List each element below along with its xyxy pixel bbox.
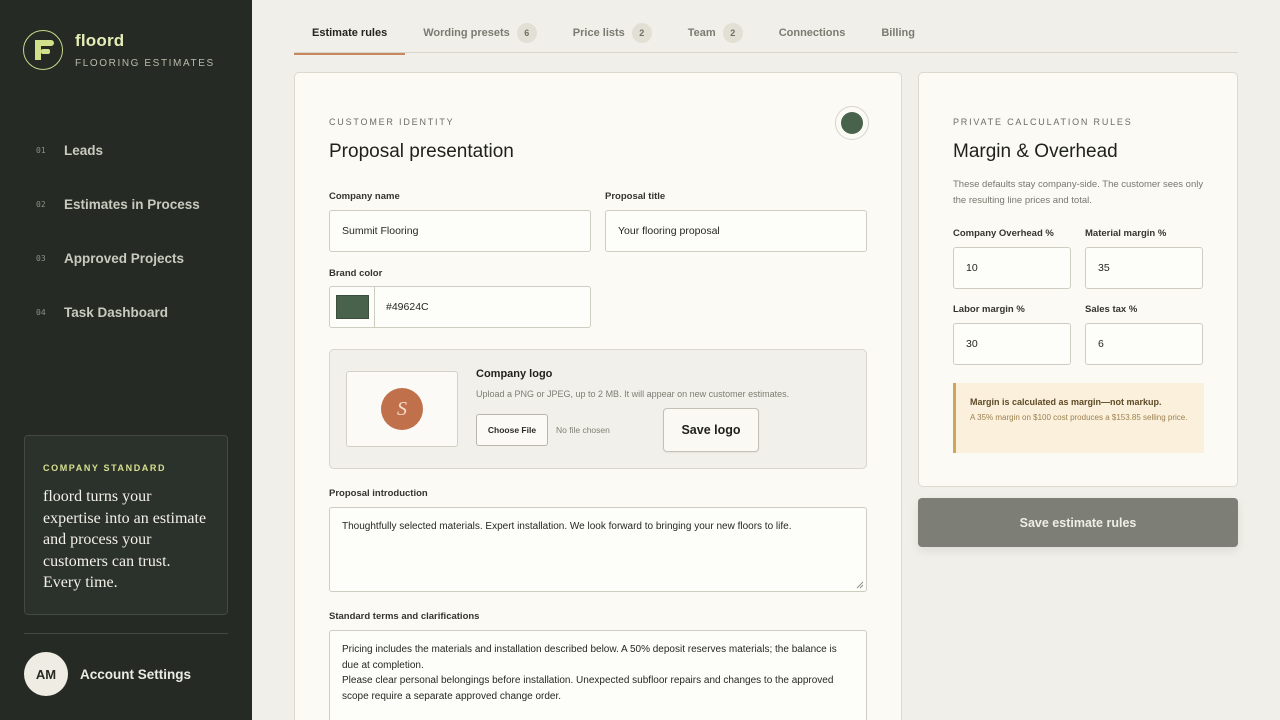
terms-textarea[interactable]: Pricing includes the materials and insta… [329,630,867,720]
logo-preview: S [346,371,458,447]
margin-note: Margin is calculated as margin—not marku… [953,383,1204,453]
brand[interactable]: floord FLOORING ESTIMATES [23,30,215,70]
logo-help-text: Upload a PNG or JPEG, up to 2 MB. It wil… [476,389,790,399]
save-logo-button[interactable]: Save logo [663,408,759,452]
brand-color-preview[interactable] [835,106,869,140]
proposal-title-input[interactable]: Your flooring proposal [605,210,867,252]
sales-tax-input[interactable]: 6 [1085,323,1203,365]
logo-title: Company logo [476,368,553,380]
section-kicker: PRIVATE CALCULATION RULES [953,117,1133,127]
rules-description: These defaults stay company-side. The cu… [953,179,1204,206]
tab-billing[interactable]: Billing [863,12,933,53]
color-swatch [335,295,369,319]
material-margin-label: Material margin % [1085,228,1167,239]
section-heading: Proposal presentation [329,141,514,162]
nav-label: Leads [64,142,104,158]
nav-label: Estimates in Process [64,196,200,212]
company-name-label: Company name [329,191,400,202]
proposal-title-label: Proposal title [605,191,666,202]
brand-subtitle: FLOORING ESTIMATES [75,58,215,69]
company-name-input[interactable]: Summit Flooring [329,210,591,252]
brand-color-field: #49624C [329,286,591,328]
proposal-presentation-card: CUSTOMER IDENTITY Proposal presentation … [294,72,902,720]
standard-text: floord turns your expertise into an esti… [43,488,207,591]
file-status: No file chosen [556,425,610,435]
tab-label: Connections [778,26,846,39]
company-standard-card: COMPANY STANDARD floord turns your exper… [24,435,228,615]
labor-margin-label: Labor margin % [953,304,1025,315]
company-logo-panel: S Company logo Upload a PNG or JPEG, up … [329,349,867,469]
tab-price-lists[interactable]: Price lists 2 [555,12,670,53]
choose-file-button[interactable]: Choose File [476,414,548,446]
sidebar-item-task-dashboard[interactable]: 04 Task Dashboard [0,298,252,326]
color-picker[interactable] [330,287,375,327]
count-badge: 2 [631,22,652,43]
sidebar-item-approved-projects[interactable]: 03 Approved Projects [0,244,252,272]
logo-image: S [381,388,423,430]
overhead-label: Company Overhead % [953,228,1054,239]
count-badge: 2 [722,22,743,43]
brand-logo-icon [23,30,63,70]
tab-label: Wording presets [423,26,510,39]
terms-line: Pricing includes the materials and insta… [342,644,837,671]
sales-tax-label: Sales tax % [1085,304,1138,315]
tab-connections[interactable]: Connections [761,12,864,53]
overhead-input[interactable]: 10 [953,247,1071,289]
brand-name: floord [75,31,125,50]
brand-color-label: Brand color [329,268,383,279]
tab-team[interactable]: Team 2 [670,12,761,53]
nav-label: Task Dashboard [64,304,169,320]
nav-number: 02 [36,199,46,209]
brand-color-dot [841,112,863,134]
settings-tabs: Estimate rules Wording presets 6 Price l… [294,12,1238,55]
nav-label: Approved Projects [64,250,185,266]
nav-number: 03 [36,253,46,263]
tab-wording-presets[interactable]: Wording presets 6 [405,12,555,53]
proposal-intro-text: Thoughtfully selected materials. Expert … [342,521,792,532]
account-settings-link[interactable]: AM Account Settings [24,652,191,696]
tab-estimate-rules[interactable]: Estimate rules [294,12,406,55]
tab-label: Price lists [572,26,625,39]
resize-grip-icon[interactable] [856,581,864,589]
material-margin-input[interactable]: 35 [1085,247,1203,289]
count-badge: 6 [516,22,537,43]
proposal-intro-label: Proposal introduction [329,488,428,499]
tab-label: Billing [881,26,915,39]
section-heading: Margin & Overhead [953,141,1118,162]
labor-margin-input[interactable]: 30 [953,323,1071,365]
nav-number: 01 [36,145,46,155]
standard-kicker: COMPANY STANDARD [43,463,167,473]
sidebar-nav: 01 Leads 02 Estimates in Process 03 Appr… [0,136,252,352]
avatar: AM [24,652,68,696]
sidebar-divider [24,633,228,634]
margin-overhead-card: PRIVATE CALCULATION RULES Margin & Overh… [918,72,1238,487]
account-settings-label: Account Settings [80,666,192,682]
save-estimate-rules-button[interactable]: Save estimate rules [918,498,1238,547]
brand-color-hex-input[interactable]: #49624C [375,301,429,313]
sidebar-item-estimates-in-process[interactable]: 02 Estimates in Process [0,190,252,218]
terms-label: Standard terms and clarifications [329,611,480,622]
terms-line: Please clear personal belongings before … [342,675,834,702]
tab-label: Team [687,26,716,39]
tab-label: Estimate rules [312,26,388,39]
sidebar: floord FLOORING ESTIMATES 01 Leads 02 Es… [0,0,252,720]
note-body: A 35% margin on $100 cost produces a $15… [970,413,1188,422]
sidebar-item-leads[interactable]: 01 Leads [0,136,252,164]
section-kicker: CUSTOMER IDENTITY [329,117,455,127]
note-title: Margin is calculated as margin—not marku… [970,397,1162,407]
nav-number: 04 [36,307,46,317]
proposal-intro-textarea[interactable]: Thoughtfully selected materials. Expert … [329,507,867,592]
